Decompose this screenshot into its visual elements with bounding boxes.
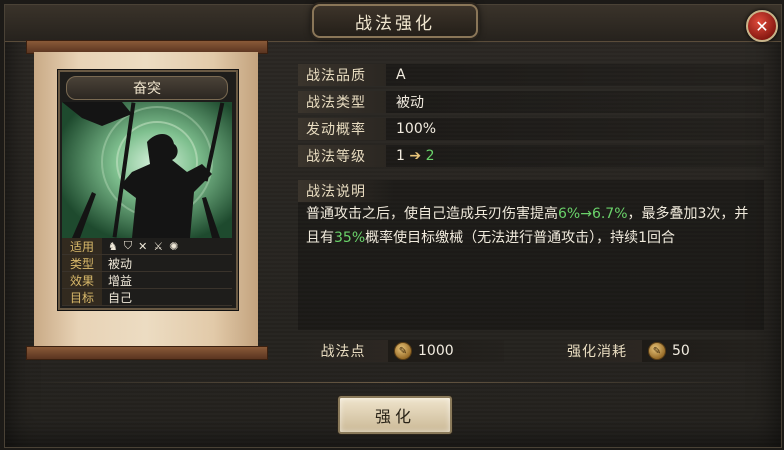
level-to: 2 [425,148,435,164]
shield-icon: ⛉ [123,239,133,252]
attr-type: 战法类型 被动 [298,91,764,113]
attr-quality-value: A [396,67,406,83]
attr-probability-value: 100% [396,121,437,137]
card-label-applicable: 适用 [62,238,102,254]
attr-quality: 战法品质 A [298,64,764,86]
card-value-type: 被动 [108,256,133,271]
desc-highlight-2: 35% [334,230,366,246]
card-info: 适用 ♞ ⛉ ✕ ⚔ ✺ 类型 被动 效果 增益 目标 自己 [62,238,232,306]
attr-level-value: 1 ➔ 2 [386,148,434,164]
enhance-cost: 强化消耗 ✎ 50 [552,340,764,362]
card-name: 奋突 [66,76,228,100]
tactic-point-icon: ✎ [648,342,666,360]
description-box: 战法说明 普通攻击之后，使自己造成兵刃伤害提高6%→6.7%，最多叠加3次，并且… [298,180,764,330]
card-label-effect: 效果 [62,272,102,288]
card-label-type: 类型 [62,255,102,271]
card-value-effect: 增益 [108,273,133,288]
card-label-target: 目标 [62,289,102,305]
enhance-button[interactable]: 强化 [338,396,452,434]
desc-highlight-1: 6%→6.7% [558,206,628,222]
attr-level: 战法等级 1 ➔ 2 [298,145,764,167]
description-label: 战法说明 [298,180,394,202]
attr-type-label: 战法类型 [298,91,386,113]
attr-level-label: 战法等级 [298,145,386,167]
desc-part-1: 普通攻击之后，使自己造成兵刃伤害提高 [306,206,558,222]
tactic-points: 战法点 ✎ 1000 [298,340,504,362]
enhance-cost-label: 强化消耗 [552,340,642,362]
horse-icon: ♞ [108,239,118,253]
scroll-bottom-rod [26,346,268,360]
tactic-points-label: 战法点 [298,340,388,362]
card-row-effect: 效果 增益 [62,272,232,289]
card-row-type: 类型 被动 [62,255,232,272]
divider [24,382,754,383]
dialog-title: 战法强化 [312,4,478,38]
level-from: 1 [396,148,405,164]
card-art [62,102,232,238]
card-value-target: 自己 [108,290,133,305]
wheel-icon: ✺ [169,239,179,253]
crossbow-icon: ✕ [138,239,148,253]
sword-icon: ⚔ [153,239,164,253]
desc-part-3: 概率使目标缴械（无法进行普通攻击），持续1回合 [365,230,676,246]
tactic-points-value: 1000 [418,343,454,359]
tactic-card: 奋突 适用 ♞ ⛉ ✕ ⚔ ✺ 类型 被动 效果 增益 目标 自己 [58,70,238,310]
enhance-cost-value: 50 [672,343,690,359]
close-button[interactable]: ✕ [746,10,778,42]
description-text: 普通攻击之后，使自己造成兵刃伤害提高6%→6.7%，最多叠加3次，并且有35%概… [306,202,758,250]
card-row-target: 目标 自己 [62,289,232,306]
attr-probability-label: 发动概率 [298,118,386,140]
card-row-applicable: 适用 ♞ ⛉ ✕ ⚔ ✺ [62,238,232,255]
close-icon: ✕ [755,16,769,36]
attr-probability: 发动概率 100% [298,118,764,140]
attr-quality-label: 战法品质 [298,64,386,86]
attr-type-value: 被动 [396,95,424,111]
tactic-point-icon: ✎ [394,342,412,360]
arrow-right-icon: ➔ [409,148,422,164]
